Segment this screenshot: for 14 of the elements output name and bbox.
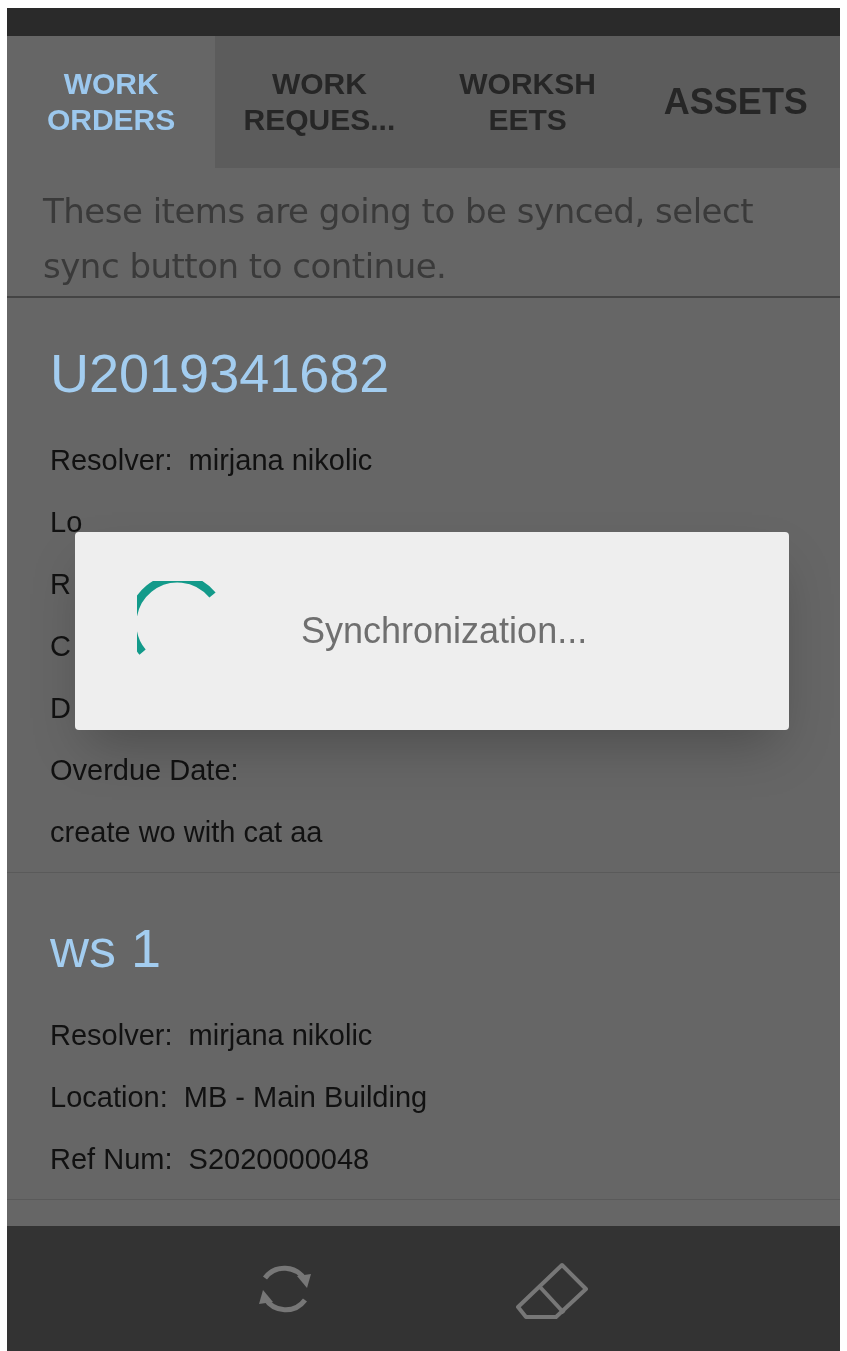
item-detail: create wo with cat aa: [50, 815, 323, 851]
item-detail: R: [50, 567, 71, 603]
item-detail: C: [50, 629, 71, 665]
tab[interactable]: WORK ORDERS: [7, 36, 216, 168]
item-detail: Resolver: mirjana nikolic: [50, 443, 373, 479]
item-detail: Overdue Date:: [50, 753, 239, 789]
item-detail: Resolver: mirjana nikolic: [50, 1018, 373, 1054]
item-detail: D: [50, 691, 71, 727]
item-detail: Location: MB - Main Building: [50, 1080, 428, 1116]
item-title[interactable]: ws 1: [50, 913, 797, 983]
item-title[interactable]: U2019341682: [50, 338, 797, 408]
item-detail: Ref Num: S2020000048: [50, 1142, 370, 1178]
item-detail: Lo: [50, 505, 83, 541]
dialog-message: Synchronization...: [301, 609, 588, 653]
